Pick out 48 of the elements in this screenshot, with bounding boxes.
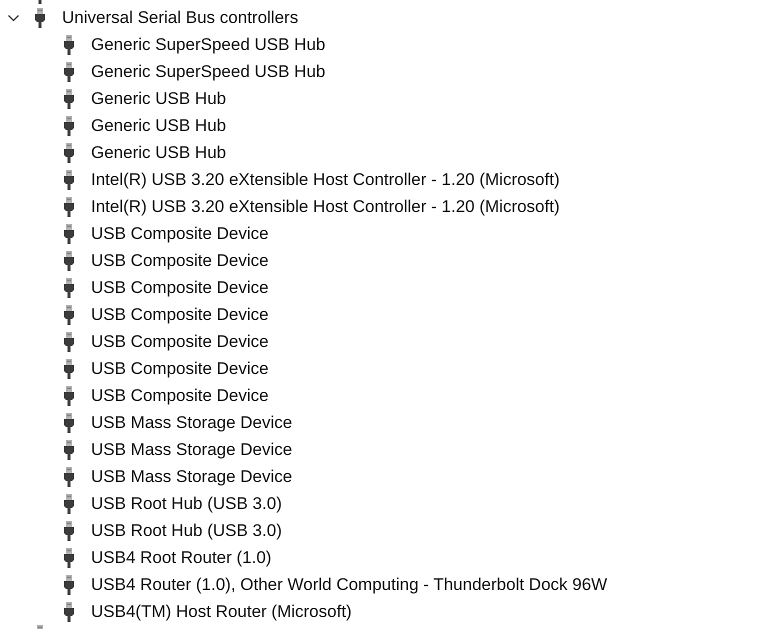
usb-plug-icon bbox=[64, 412, 74, 432]
usb-plug-icon bbox=[64, 332, 74, 352]
device-name[interactable]: USB Composite Device bbox=[91, 331, 269, 352]
usb-plug-icon bbox=[35, 625, 45, 629]
usb-plug-icon bbox=[64, 34, 74, 54]
usb-plug-icon bbox=[64, 88, 74, 108]
usb-plug-icon bbox=[64, 440, 74, 460]
device-name[interactable]: USB4 Root Router (1.0) bbox=[91, 547, 272, 568]
device-name[interactable]: Generic USB Hub bbox=[91, 142, 226, 163]
usb-plug-icon bbox=[64, 358, 74, 378]
device-name[interactable]: USB Mass Storage Device bbox=[91, 466, 292, 487]
device-name[interactable]: USB Root Hub (USB 3.0) bbox=[91, 493, 282, 514]
device-name[interactable]: USB Composite Device bbox=[91, 223, 269, 244]
device-name[interactable]: USB Mass Storage Device bbox=[91, 439, 292, 460]
usb-plug-icon bbox=[64, 278, 74, 298]
usb-plug-icon bbox=[64, 224, 74, 244]
device-name[interactable]: USB Composite Device bbox=[91, 250, 269, 271]
device-name[interactable]: Intel(R) USB 3.20 eXtensible Host Controller - 1.20 (Microsoft) bbox=[91, 196, 560, 217]
category-label[interactable]: Universal Serial Bus controllers bbox=[62, 7, 298, 28]
usb-plug-icon bbox=[64, 574, 74, 594]
usb-plug-icon bbox=[64, 466, 74, 486]
usb-plug-icon bbox=[64, 304, 74, 324]
usb-plug-icon bbox=[35, 8, 45, 28]
expand-chevron-icon[interactable] bbox=[7, 14, 20, 22]
usb-plug-icon bbox=[64, 494, 74, 514]
device-name[interactable]: USB Mass Storage Device bbox=[91, 412, 292, 433]
device-name[interactable]: USB Root Hub (USB 3.0) bbox=[91, 520, 282, 541]
device-name[interactable]: USB Composite Device bbox=[91, 358, 269, 379]
usb-plug-icon bbox=[64, 196, 74, 216]
device-name[interactable]: USB Composite Device bbox=[91, 385, 269, 406]
usb-plug-icon bbox=[64, 62, 74, 82]
device-name[interactable]: USB4(TM) Host Router (Microsoft) bbox=[91, 601, 352, 622]
device-name[interactable]: Generic USB Hub bbox=[91, 115, 226, 136]
usb-plug-icon bbox=[64, 170, 74, 190]
usb-plug-icon bbox=[64, 116, 74, 136]
device-name[interactable]: USB Composite Device bbox=[91, 304, 269, 325]
usb-plug-icon bbox=[64, 386, 74, 406]
device-name[interactable]: Generic USB Hub bbox=[91, 88, 226, 109]
device-name[interactable]: Intel(R) USB 3.20 eXtensible Host Controller - 1.20 (Microsoft) bbox=[91, 169, 560, 190]
device-name[interactable]: USB Composite Device bbox=[91, 277, 269, 298]
usb-plug-icon bbox=[64, 520, 74, 540]
usb-plug-icon bbox=[64, 142, 74, 162]
usb-plug-icon bbox=[64, 250, 74, 270]
usb-plug-icon bbox=[64, 602, 74, 622]
usb-plug-icon bbox=[64, 548, 74, 568]
device-name[interactable]: Generic SuperSpeed USB Hub bbox=[91, 34, 326, 55]
device-name[interactable]: Generic SuperSpeed USB Hub bbox=[91, 61, 326, 82]
device-name[interactable]: USB4 Router (1.0), Other World Computing - Thunderbolt Dock 96W bbox=[91, 574, 608, 595]
